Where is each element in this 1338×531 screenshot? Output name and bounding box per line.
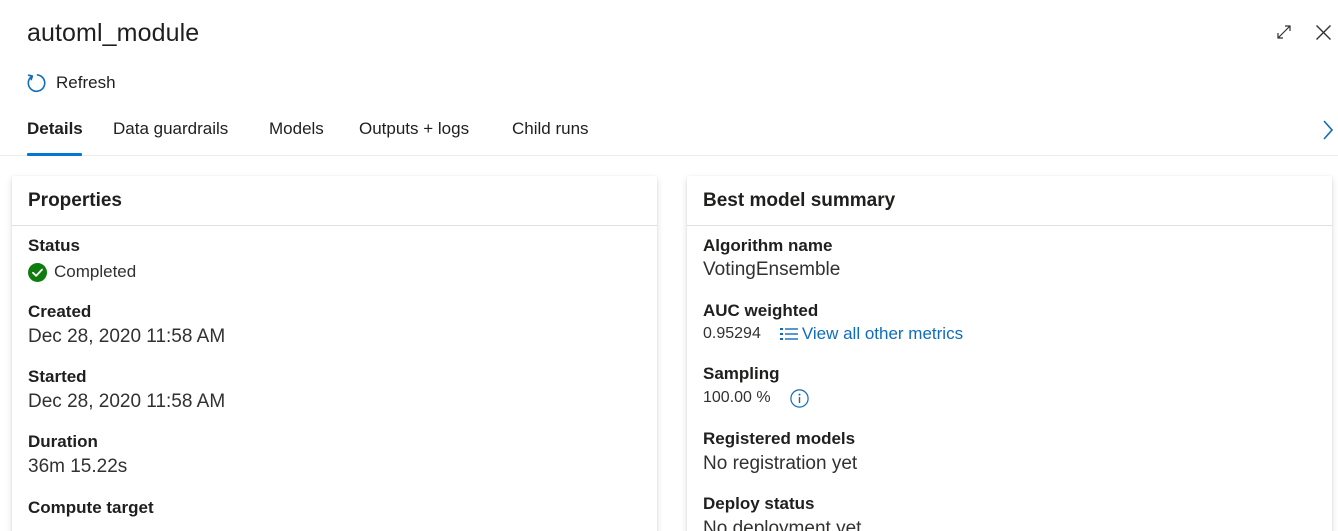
- algorithm-link[interactable]: VotingEnsemble: [703, 259, 840, 281]
- duration-field: Duration 36m 15.22s: [28, 432, 127, 478]
- sampling-field: Sampling 100.00 %: [703, 364, 810, 408]
- started-label: Started: [28, 367, 87, 386]
- started-field: Started Dec 28, 2020 11:58 AM: [28, 367, 225, 413]
- tabs-scroll-next-button[interactable]: [1318, 117, 1338, 143]
- info-icon: [790, 388, 809, 408]
- status-value-row: Completed: [28, 262, 136, 282]
- close-icon: [1315, 24, 1331, 40]
- refresh-label: Refresh: [56, 73, 116, 92]
- sampling-value: 100.00 %: [703, 389, 771, 406]
- sampling-info-button[interactable]: [790, 388, 810, 408]
- deploy-status-field: Deploy status No deployment yet: [703, 494, 861, 531]
- close-button[interactable]: [1311, 20, 1335, 44]
- properties-heading: Properties: [28, 190, 122, 211]
- status-label: Status: [28, 236, 80, 255]
- registered-models-value: No registration yet: [703, 453, 858, 474]
- expand-icon: [1277, 25, 1291, 39]
- refresh-button[interactable]: Refresh: [25, 71, 116, 95]
- tab-child-runs[interactable]: Child runs: [512, 119, 589, 156]
- sampling-value-row: 100.00 %: [703, 388, 810, 408]
- auc-value-row: 0.95294 View all other metrics: [703, 324, 963, 344]
- status-value: Completed: [54, 262, 137, 281]
- deploy-status-value: No deployment yet: [703, 518, 862, 531]
- created-label: Created: [28, 302, 92, 321]
- compute-target-label: Compute target: [28, 498, 154, 517]
- auc-field: AUC weighted 0.95294 View all other metr…: [703, 301, 963, 344]
- created-field: Created Dec 28, 2020 11:58 AM: [28, 302, 225, 348]
- best-model-header: Best model summary: [687, 176, 1332, 226]
- auc-label: AUC weighted: [703, 301, 819, 320]
- tab-models[interactable]: Models: [269, 119, 324, 156]
- check-circle-icon: [28, 262, 47, 282]
- tab-outputs-logs[interactable]: Outputs + logs: [359, 119, 469, 156]
- started-value: Dec 28, 2020 11:58 AM: [28, 391, 226, 412]
- created-value: Dec 28, 2020 11:58 AM: [28, 326, 226, 347]
- status-field: Status Completed: [28, 236, 136, 282]
- duration-label: Duration: [28, 432, 98, 451]
- refresh-icon: [27, 74, 46, 93]
- compute-target-field: Compute target: [28, 498, 154, 518]
- view-all-metrics-label: View all other metrics: [801, 324, 964, 343]
- expand-button[interactable]: [1272, 20, 1296, 44]
- tab-bar: Details Data guardrails Models Outputs +…: [0, 113, 1338, 156]
- registered-models-label: Registered models: [703, 429, 856, 448]
- list-icon: [779, 328, 798, 340]
- best-model-heading: Best model summary: [703, 190, 896, 211]
- view-all-metrics-link[interactable]: View all other metrics: [779, 324, 964, 344]
- best-model-card: Best model summary Algorithm name Voting…: [687, 176, 1332, 531]
- deploy-status-label: Deploy status: [703, 494, 815, 513]
- tab-data-guardrails[interactable]: Data guardrails: [113, 119, 228, 156]
- sampling-label: Sampling: [703, 364, 780, 383]
- page-title: automl_module: [27, 19, 200, 47]
- registered-models-field: Registered models No registration yet: [703, 429, 857, 475]
- duration-value: 36m 15.22s: [28, 456, 128, 477]
- properties-header: Properties: [12, 176, 657, 226]
- chevron-right-icon: [1323, 120, 1334, 140]
- tab-details[interactable]: Details: [27, 119, 83, 156]
- algorithm-field: Algorithm name VotingEnsemble: [703, 236, 840, 281]
- algorithm-label: Algorithm name: [703, 236, 833, 255]
- auc-value: 0.95294: [703, 325, 761, 342]
- properties-card: Properties Status Completed Created Dec …: [12, 176, 657, 531]
